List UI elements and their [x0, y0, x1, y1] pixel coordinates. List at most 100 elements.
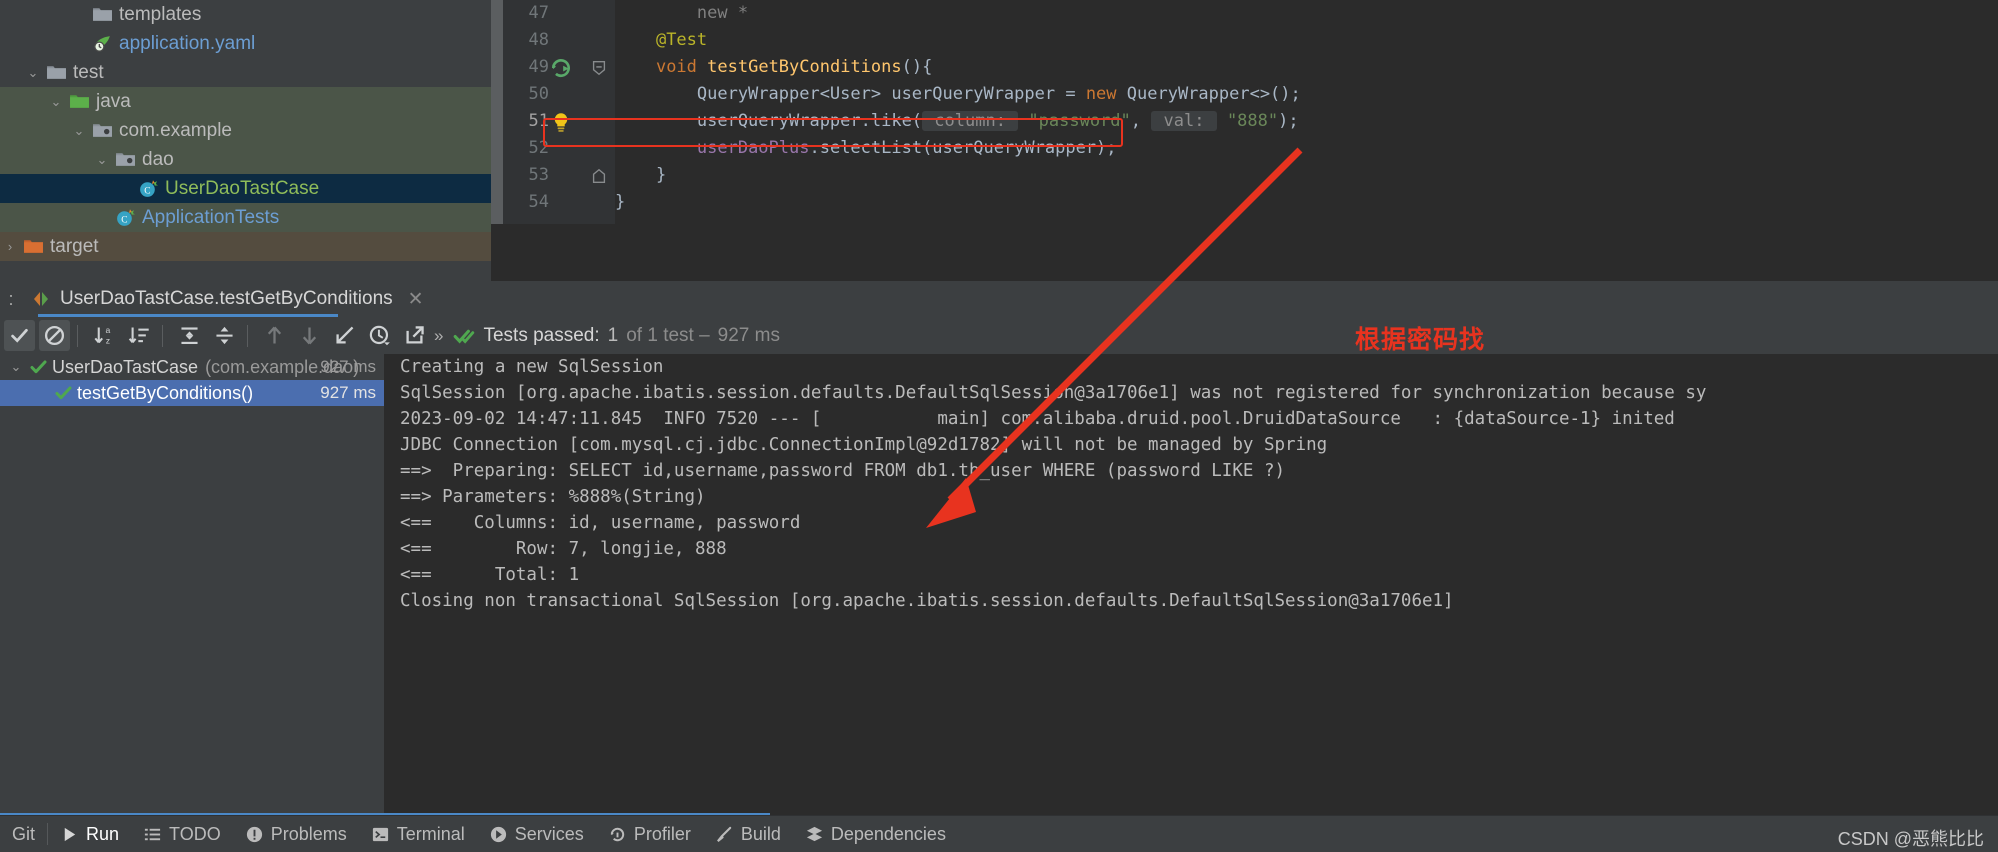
status-bar-item-label: TODO [169, 823, 221, 844]
code-line[interactable]: void testGetByConditions(){ [615, 54, 1998, 81]
export-icon [403, 324, 426, 347]
scroll-to-source-icon [333, 324, 356, 347]
chevron-down-icon[interactable]: ⌄ [92, 152, 112, 168]
gutter-row[interactable]: 54 [503, 189, 615, 216]
show-passed-toggle[interactable] [4, 320, 35, 351]
test-history-button[interactable] [364, 320, 395, 351]
chevron-down-icon[interactable]: ⌄ [69, 123, 89, 139]
gutter-row[interactable]: 47 [503, 0, 615, 27]
gutter-row[interactable]: 52 [503, 135, 615, 162]
status-dependencies[interactable]: Dependencies [793, 816, 958, 852]
folder-orange-icon [20, 236, 46, 257]
code-token: new [1085, 84, 1117, 104]
status-terminal[interactable]: Terminal [359, 816, 477, 852]
fold-minus-icon[interactable] [589, 54, 609, 81]
code-line[interactable]: } [615, 189, 1998, 216]
code-line[interactable]: } [615, 162, 1998, 189]
sort-by-duration-button[interactable] [124, 320, 155, 351]
project-tree-item[interactable]: application.yaml [0, 29, 491, 58]
gutter-row[interactable]: 53 [503, 162, 615, 189]
code-line[interactable]: QueryWrapper<User> userQueryWrapper = ne… [615, 81, 1998, 108]
test-tree-row[interactable]: ⌄ UserDaoTastCase (com.example.dao) 927 ms [0, 354, 384, 380]
test-tree-row[interactable]: testGetByConditions() 927 ms [0, 380, 384, 406]
folder-gray-icon [43, 62, 69, 83]
status-problems[interactable]: Problems [233, 816, 359, 852]
project-tree-panel[interactable]: templates application.yaml ⌄ test ⌄ java ⌄ com.… [0, 0, 491, 281]
status-build[interactable]: Build [703, 816, 793, 852]
run-tab-prefix: : [8, 289, 14, 309]
chevron-down-icon[interactable]: ⌄ [6, 359, 26, 375]
project-tree-item[interactable]: ⌄ java [0, 87, 491, 116]
run-tab-usertest[interactable]: UserDaoTastCase.testGetByConditions ✕ [25, 281, 430, 317]
previous-failed-test-button[interactable] [259, 320, 290, 351]
console-line: <== Columns: id, username, password [400, 513, 801, 533]
editor-code-area[interactable]: new * @Test void testGetByConditions(){ … [615, 0, 1998, 224]
status-profiler[interactable]: Profiler [596, 816, 703, 852]
status-bar-item-label: Git [12, 823, 36, 844]
svg-text:C: C [121, 216, 127, 226]
export-results-button[interactable] [399, 320, 430, 351]
status-git[interactable]: Git [0, 816, 47, 852]
test-results-tree[interactable]: ⌄ UserDaoTastCase (com.example.dao) 927 ms t… [0, 354, 384, 815]
ban-icon [43, 324, 66, 347]
console-line: Creating a new SqlSession [400, 357, 664, 377]
chevron-right-icon[interactable]: › [0, 239, 20, 254]
project-tree-item[interactable]: templates [0, 0, 491, 29]
svg-text:C: C [144, 187, 150, 197]
code-line[interactable]: new * [615, 0, 1998, 27]
gutter-row[interactable]: 51 [503, 108, 615, 135]
fold-end-icon[interactable] [589, 162, 609, 189]
project-tree-item[interactable]: ⌄ test [0, 58, 491, 87]
test-status-badge: Tests passed: 1 of 1 test – 927 ms [453, 325, 780, 347]
toolbar-separator [162, 324, 163, 347]
status-services[interactable]: Services [477, 816, 596, 852]
sort-alphabetically-button[interactable]: az [89, 320, 120, 351]
code-line[interactable]: userDaoPlus.selectList(userQueryWrapper)… [615, 135, 1998, 162]
folder-gray-icon [89, 4, 115, 25]
line-number: 53 [528, 165, 549, 185]
scroll-to-source-button[interactable] [329, 320, 360, 351]
check-green-icon [26, 357, 52, 377]
project-tree-item[interactable]: C ApplicationTests [0, 203, 491, 232]
code-editor[interactable]: 47 48 49 50 51 52 53 54 new * @Test void testGe… [491, 0, 1998, 281]
console-line: ==> Parameters: %888%(String) [400, 487, 706, 507]
chevron-down-icon[interactable]: ⌄ [46, 94, 66, 110]
toolbar-overflow-button[interactable]: » [434, 326, 443, 346]
status-bar-item-label: Build [740, 823, 781, 844]
gutter-row[interactable]: 50 [503, 81, 615, 108]
status-bar[interactable]: Git Run TODO Problems Terminal Services Profil… [0, 815, 1998, 852]
test-duration: 927 ms [320, 383, 376, 402]
show-ignored-toggle[interactable] [39, 320, 70, 351]
chevron-down-icon[interactable]: ⌄ [23, 65, 43, 81]
code-line[interactable]: userQueryWrapper.like( column: "password… [615, 108, 1998, 135]
intention-bulb-icon[interactable] [549, 108, 573, 135]
run-test-icon[interactable] [549, 54, 573, 81]
test-results-toolbar[interactable]: a z » Tests passed: 1 of 1 test – 927 ms [0, 317, 1998, 354]
java-test-class-icon: C [135, 178, 161, 199]
close-icon[interactable]: ✕ [408, 288, 424, 311]
gutter-row[interactable]: 48 [503, 27, 615, 54]
tests-duration: 927 ms [717, 324, 780, 346]
project-tree-item[interactable]: › target [0, 232, 491, 261]
status-run[interactable]: Run [48, 816, 131, 852]
gutter-row[interactable]: 49 [503, 54, 615, 81]
editor-gutter[interactable]: 47 48 49 50 51 52 53 54 [503, 0, 615, 224]
console-output[interactable]: Creating a new SqlSession SqlSession [org… [384, 354, 1998, 815]
expand-all-button[interactable] [174, 320, 205, 351]
code-token: userQueryWrapper.like( [615, 111, 923, 131]
test-name: testGetByConditions() [77, 382, 254, 403]
code-token: "password" [1028, 111, 1131, 131]
status-todo[interactable]: TODO [131, 816, 233, 852]
code-line[interactable]: @Test [615, 27, 1998, 54]
top-section: templates application.yaml ⌄ test ⌄ java ⌄ com.… [0, 0, 1998, 281]
collapse-all-button[interactable] [209, 320, 240, 351]
next-failed-test-button[interactable] [294, 320, 325, 351]
expand-all-icon [178, 324, 201, 347]
project-tree-item[interactable]: ⌄ com.example [0, 116, 491, 145]
check-green-icon [51, 383, 77, 403]
project-tree-item[interactable]: C UserDaoTastCase [0, 174, 491, 203]
code-token: } [615, 192, 626, 212]
project-tree-item[interactable]: ⌄ dao [0, 145, 491, 174]
